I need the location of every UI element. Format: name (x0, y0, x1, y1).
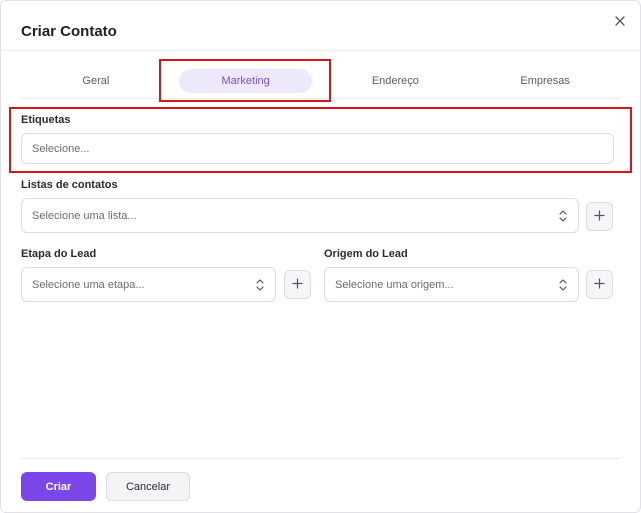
add-contact-list-button[interactable] (586, 202, 613, 231)
tab-endereco[interactable]: Endereço (321, 67, 471, 95)
chevron-up-down-icon (255, 278, 265, 292)
lead-stage-label: Etapa do Lead (21, 248, 97, 260)
tab-label: Geral (82, 75, 110, 87)
tags-select[interactable]: Selecione... (21, 133, 614, 164)
tab-label: Endereço (371, 75, 419, 87)
close-icon (615, 13, 625, 31)
add-lead-stage-button[interactable] (284, 270, 311, 299)
tab-marketing[interactable]: Marketing (171, 67, 321, 95)
header-divider (1, 50, 640, 51)
plus-icon (292, 276, 303, 294)
cancel-button[interactable]: Cancelar (106, 472, 190, 501)
tab-label: Marketing (179, 69, 312, 93)
lead-origin-placeholder: Selecione uma origem... (335, 278, 454, 291)
tags-placeholder: Selecione... (32, 142, 90, 155)
tab-divider (21, 98, 620, 99)
tab-empresas[interactable]: Empresas (470, 67, 620, 95)
footer-divider (21, 458, 620, 459)
create-contact-dialog: Criar Contato Geral Marketing Endereço E… (0, 0, 641, 513)
lead-stage-placeholder: Selecione uma etapa... (32, 278, 145, 291)
plus-icon (594, 276, 605, 294)
lead-origin-label: Origem do Lead (324, 248, 408, 260)
lead-stage-select[interactable]: Selecione uma etapa... (21, 267, 276, 302)
chevron-up-down-icon (558, 209, 568, 223)
tab-geral[interactable]: Geral (21, 67, 171, 95)
tab-bar: Geral Marketing Endereço Empresas (21, 67, 620, 95)
chevron-up-down-icon (558, 278, 568, 292)
plus-icon (594, 208, 605, 226)
lead-origin-select[interactable]: Selecione uma origem... (324, 267, 579, 302)
dialog-title: Criar Contato (21, 23, 117, 40)
create-button[interactable]: Criar (21, 472, 96, 501)
contact-lists-label: Listas de contatos (21, 179, 118, 191)
add-lead-origin-button[interactable] (586, 270, 613, 299)
close-button[interactable] (611, 13, 629, 31)
tab-label: Empresas (520, 75, 570, 87)
contact-lists-select[interactable]: Selecione uma lista... (21, 198, 579, 233)
contact-lists-placeholder: Selecione uma lista... (32, 209, 137, 222)
tags-label: Etiquetas (21, 114, 71, 126)
